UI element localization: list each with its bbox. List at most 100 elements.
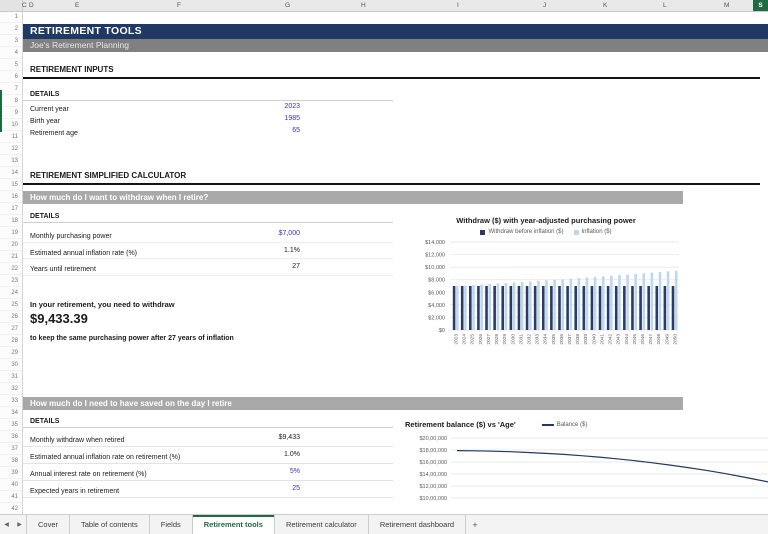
detail-value-cell[interactable]: $9,433 <box>220 430 300 446</box>
balance-chart[interactable]: Retirement balance ($) vs 'Age' Balance … <box>405 420 768 517</box>
row-number[interactable]: 7 <box>0 83 22 95</box>
row-number[interactable]: 22 <box>0 263 22 275</box>
svg-text:$16,00,000: $16,00,000 <box>419 460 447 466</box>
detail-value-cell[interactable]: 5% <box>220 464 300 480</box>
svg-text:2030: 2030 <box>510 334 516 345</box>
title-banner: RETIREMENT TOOLS <box>23 24 768 39</box>
row-number[interactable]: 4 <box>0 47 22 59</box>
chart2-legend-label: Balance ($) <box>557 422 588 428</box>
row-number[interactable]: 2 <box>0 23 22 35</box>
tab-nav-right-icon[interactable]: ▶ <box>13 515 26 534</box>
svg-text:2040: 2040 <box>591 334 597 345</box>
sheet-tab-bar: ◀ ▶ CoverTable of contentsFieldsRetireme… <box>0 514 768 534</box>
selected-column-header[interactable]: S <box>753 0 768 11</box>
column-letter[interactable]: J <box>543 0 546 11</box>
row-number[interactable]: 8 <box>0 95 22 107</box>
row-number[interactable]: 3 <box>0 35 22 47</box>
row-number[interactable]: 35 <box>0 419 22 431</box>
row-number[interactable]: 34 <box>0 407 22 419</box>
tab-nav-left-icon[interactable]: ◀ <box>0 515 13 534</box>
row-number[interactable]: 30 <box>0 359 22 371</box>
withdraw-banner: How much do I want to withdraw when I re… <box>23 191 683 204</box>
line-legend-marker <box>542 424 554 426</box>
row-number[interactable]: 26 <box>0 311 22 323</box>
svg-text:2048: 2048 <box>656 334 662 345</box>
legend-marker <box>574 230 579 235</box>
detail-label: Expected years in retirement <box>23 488 119 495</box>
chart2-legend: Balance ($) <box>542 422 588 428</box>
column-letter[interactable]: H <box>361 0 366 11</box>
row-number[interactable]: 19 <box>0 227 22 239</box>
row-number[interactable]: 40 <box>0 479 22 491</box>
svg-text:$10,000: $10,000 <box>425 265 445 271</box>
row-number[interactable]: 25 <box>0 299 22 311</box>
row-number[interactable]: 27 <box>0 323 22 335</box>
row-number[interactable]: 11 <box>0 131 22 143</box>
inputs-table: Current year2023Birth year1985Retirement… <box>23 101 393 137</box>
row-number[interactable]: 33 <box>0 395 22 407</box>
column-letter[interactable]: K <box>603 0 607 11</box>
row-number[interactable]: 38 <box>0 455 22 467</box>
row-number[interactable]: 12 <box>0 143 22 155</box>
row-number[interactable]: 16 <box>0 191 22 203</box>
select-all-corner[interactable] <box>0 0 23 11</box>
row-number[interactable]: 10 <box>0 119 22 131</box>
row-number[interactable]: 18 <box>0 215 22 227</box>
left-accent-bar <box>0 90 2 132</box>
detail-value-cell[interactable]: $7,000 <box>220 226 300 242</box>
detail-value-cell[interactable]: 27 <box>220 259 300 275</box>
column-letter[interactable]: G <box>285 0 290 11</box>
row-number[interactable]: 32 <box>0 383 22 395</box>
row-number[interactable]: 14 <box>0 167 22 179</box>
row-number[interactable]: 21 <box>0 251 22 263</box>
row-number[interactable]: 9 <box>0 107 22 119</box>
row-number[interactable]: 24 <box>0 287 22 299</box>
column-letter[interactable]: I <box>457 0 459 11</box>
column-letter[interactable]: M <box>724 0 729 11</box>
detail-value-cell[interactable]: 1.1% <box>220 243 300 259</box>
detail-label: Birth year <box>23 118 60 125</box>
result-value[interactable]: $9,433.39 <box>30 311 88 326</box>
row-number[interactable]: 20 <box>0 239 22 251</box>
sheet-area[interactable]: RETIREMENT TOOLS Joe's Retirement Planni… <box>0 0 768 515</box>
svg-text:$2,000: $2,000 <box>428 315 445 321</box>
svg-text:2024: 2024 <box>462 334 468 345</box>
svg-text:2025: 2025 <box>470 334 476 345</box>
detail-value-cell[interactable]: 2023 <box>220 101 300 113</box>
row-number[interactable]: 6 <box>0 71 22 83</box>
row-number[interactable]: 1 <box>0 11 22 23</box>
svg-text:2026: 2026 <box>478 334 484 345</box>
row-number[interactable]: 39 <box>0 467 22 479</box>
sheet-tab-retirement-dashboard[interactable]: Retirement dashboard <box>369 515 466 534</box>
sheet-tab-retirement-calculator[interactable]: Retirement calculator <box>275 515 369 534</box>
row-number[interactable]: 15 <box>0 179 22 191</box>
detail-value-cell[interactable]: 65 <box>220 125 300 137</box>
row-number[interactable]: 31 <box>0 371 22 383</box>
sheet-tab-retirement-tools[interactable]: Retirement tools <box>193 515 275 534</box>
row-number[interactable]: 5 <box>0 59 22 71</box>
detail-value-cell[interactable]: 1985 <box>220 113 300 125</box>
svg-text:$10,00,000: $10,00,000 <box>419 496 447 502</box>
row-number[interactable]: 17 <box>0 203 22 215</box>
details-header-withdraw: DETAILS <box>23 211 393 223</box>
column-letter[interactable]: D <box>29 0 34 11</box>
sheet-tab-fields[interactable]: Fields <box>150 515 193 534</box>
row-number[interactable]: 41 <box>0 491 22 503</box>
column-letter[interactable]: L <box>663 0 667 11</box>
column-letter[interactable]: F <box>177 0 181 11</box>
column-letter[interactable]: C <box>22 0 27 11</box>
row-number[interactable]: 37 <box>0 443 22 455</box>
row-number[interactable]: 13 <box>0 155 22 167</box>
row-number[interactable]: 36 <box>0 431 22 443</box>
row-number[interactable]: 29 <box>0 347 22 359</box>
withdraw-chart[interactable]: Withdraw ($) with year-adjusted purchasi… <box>408 214 684 375</box>
sheet-tab-table-of-contents[interactable]: Table of contents <box>70 515 150 534</box>
column-letter[interactable]: E <box>75 0 79 11</box>
detail-value-cell[interactable]: 25 <box>220 481 300 497</box>
row-number[interactable]: 28 <box>0 335 22 347</box>
add-sheet-button[interactable]: + <box>466 515 484 534</box>
detail-label: Years until retirement <box>23 266 96 273</box>
sheet-tab-cover[interactable]: Cover <box>26 515 70 534</box>
row-number[interactable]: 23 <box>0 275 22 287</box>
detail-value-cell[interactable]: 1.0% <box>220 447 300 463</box>
